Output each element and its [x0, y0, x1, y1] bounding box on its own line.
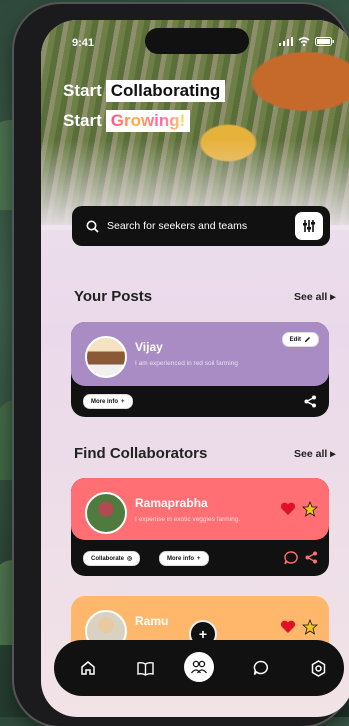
favorite-button[interactable]	[280, 620, 296, 634]
phone-frame: 9:41 Start Collaborating Start Growing! …	[14, 4, 349, 726]
heart-icon	[280, 620, 296, 633]
collaborator-name: Ramu	[135, 614, 169, 628]
chat-button[interactable]	[284, 551, 299, 565]
wifi-icon	[298, 37, 310, 46]
search-input[interactable]: Search for seekers and teams	[107, 220, 247, 232]
more-info-button[interactable]: More info +	[159, 551, 209, 566]
search-bar[interactable]: Search for seekers and teams	[72, 206, 330, 246]
collaborator-card[interactable]: Ramaprabha I expertise in exotic veggies…	[71, 478, 329, 576]
signal-icon	[279, 37, 293, 46]
favorite-button[interactable]	[280, 502, 296, 516]
post-card[interactable]: Vijay I am experienced in red soil farmi…	[71, 322, 329, 417]
your-posts-title: Your Posts	[74, 288, 153, 305]
share-icon	[304, 395, 316, 408]
filter-icon	[303, 220, 315, 232]
share-button[interactable]	[304, 395, 317, 408]
status-time: 9:41	[72, 37, 95, 49]
heart-icon	[280, 502, 296, 515]
nav-home[interactable]	[76, 656, 100, 680]
settings-icon	[311, 659, 325, 677]
book-icon	[136, 661, 154, 676]
share-icon	[305, 551, 317, 564]
app-screen: 9:41 Start Collaborating Start Growing! …	[41, 20, 349, 717]
collaborator-name: Ramaprabha	[135, 496, 208, 510]
hero-line-1: Start Collaborating	[63, 80, 226, 102]
nav-people[interactable]	[184, 652, 214, 682]
plus-icon: +	[121, 398, 125, 405]
nav-settings[interactable]	[306, 656, 330, 680]
find-collaborators-title: Find Collaborators	[74, 445, 208, 462]
share-button[interactable]	[305, 551, 318, 564]
collaborator-description: I expertise in exotic veggies farming.	[135, 516, 241, 523]
chat-icon	[253, 660, 269, 675]
bottom-nav	[54, 640, 344, 696]
plus-icon: +	[197, 555, 201, 562]
check-circle-icon: ◎	[127, 556, 133, 562]
battery-icon	[315, 37, 334, 46]
avatar	[85, 336, 127, 378]
chat-icon	[284, 551, 298, 565]
status-bar: 9:41	[41, 37, 349, 55]
collaborators-see-all[interactable]: See all ▸	[294, 448, 335, 460]
star-button[interactable]	[302, 619, 318, 635]
pencil-icon	[305, 337, 310, 342]
avatar	[85, 492, 127, 534]
star-icon	[302, 619, 318, 635]
collaborate-button[interactable]: Collaborate ◎	[83, 551, 141, 566]
your-posts-see-all[interactable]: See all ▸	[294, 291, 335, 303]
star-icon	[302, 501, 318, 517]
hero-line-2: Start Growing!	[63, 110, 191, 132]
post-description: I am experienced in red soil farming	[135, 360, 238, 367]
post-author-name: Vijay	[135, 340, 163, 354]
people-icon	[190, 660, 208, 674]
nav-chat[interactable]	[249, 656, 273, 680]
nav-library[interactable]	[133, 656, 157, 680]
more-info-button[interactable]: More info +	[83, 394, 133, 409]
search-icon	[86, 220, 99, 233]
filter-button[interactable]	[295, 212, 323, 240]
home-icon	[81, 661, 95, 675]
star-button[interactable]	[302, 501, 318, 517]
edit-button[interactable]: Edit	[281, 332, 319, 347]
